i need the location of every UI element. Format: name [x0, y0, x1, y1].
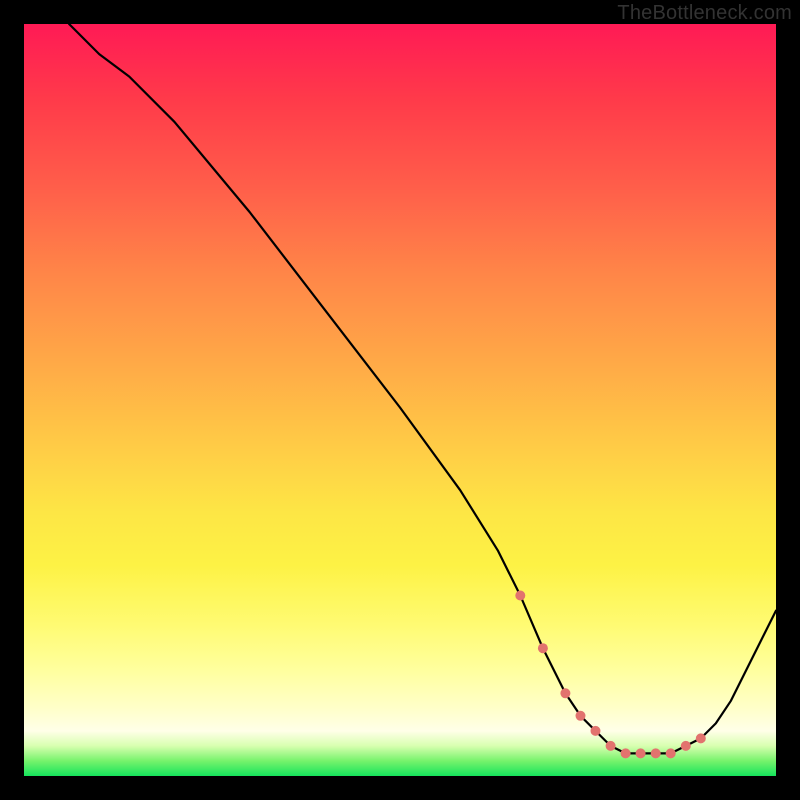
- marker-dot: [651, 748, 661, 758]
- marker-dot: [538, 643, 548, 653]
- marker-dot: [696, 733, 706, 743]
- curve-line: [69, 24, 776, 753]
- chart-container: TheBottleneck.com: [0, 0, 800, 800]
- marker-dot: [666, 748, 676, 758]
- plot-area: [24, 24, 776, 776]
- watermark-label: TheBottleneck.com: [617, 2, 792, 25]
- marker-dot: [560, 688, 570, 698]
- marker-dots-group: [515, 591, 706, 759]
- marker-dot: [591, 726, 601, 736]
- marker-dot: [576, 711, 586, 721]
- chart-svg: [24, 24, 776, 776]
- marker-dot: [681, 741, 691, 751]
- marker-dot: [621, 748, 631, 758]
- marker-dot: [515, 591, 525, 601]
- marker-dot: [636, 748, 646, 758]
- marker-dot: [606, 741, 616, 751]
